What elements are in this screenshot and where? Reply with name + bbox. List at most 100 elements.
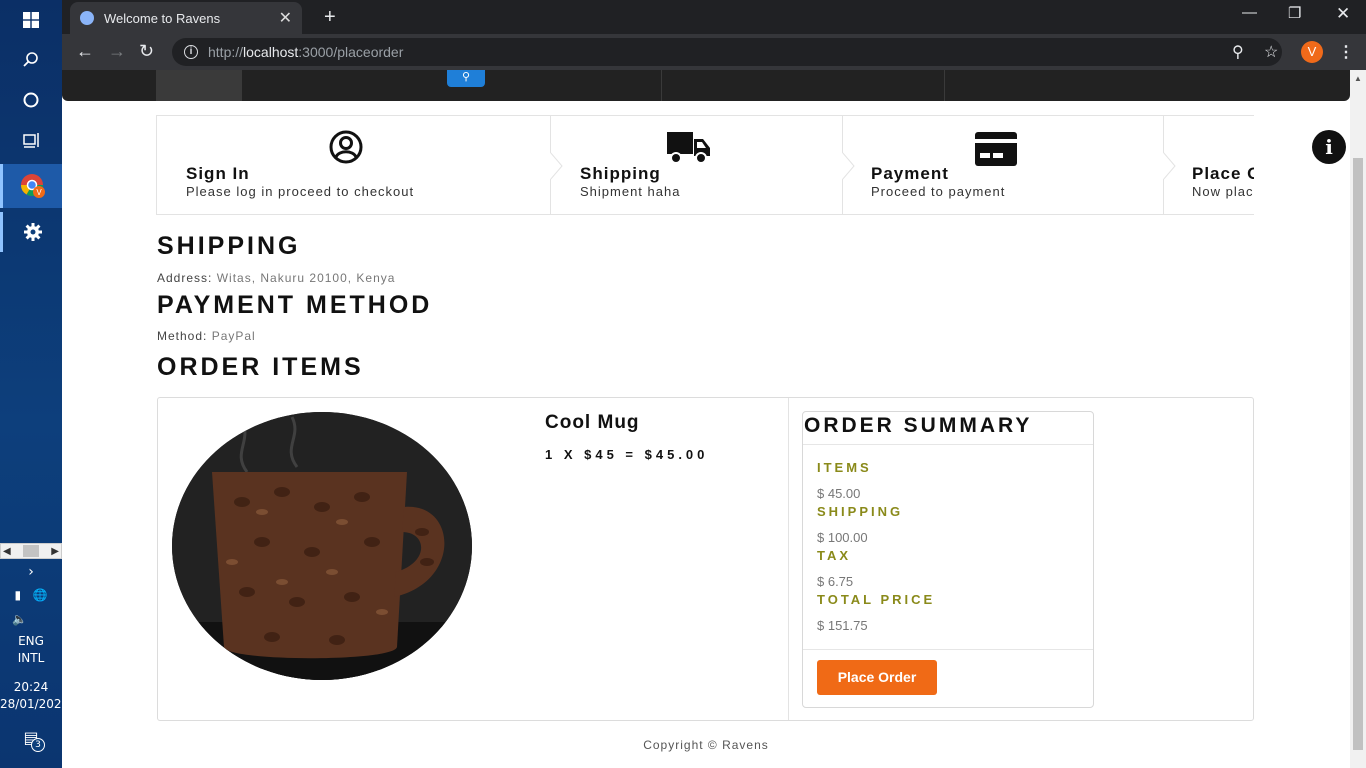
summary-separator <box>803 649 1093 650</box>
tab-close-icon[interactable]: ✕ <box>279 8 292 28</box>
site-info-icon[interactable]: i <box>184 45 198 59</box>
shipping-address-label: Address: <box>157 271 213 285</box>
payment-heading: PAYMENT METHOD <box>157 291 433 319</box>
language-indicator[interactable]: ENG INTL <box>0 634 62 665</box>
credit-card-icon <box>975 132 1017 166</box>
summary-items-label: ITEMS <box>817 460 872 475</box>
truck-icon <box>667 132 710 164</box>
reload-icon[interactable]: ↻ <box>139 41 154 62</box>
taskbar-scroller[interactable]: ◀ ▶ <box>0 543 62 559</box>
product-qty-price: 1 X $45 = $45.00 <box>545 447 709 462</box>
payment-method-value: PayPal <box>211 329 256 343</box>
network-globe-icon[interactable]: 🌐 <box>33 588 48 602</box>
shipping-address-value: Witas, Nakuru 20100, Kenya <box>216 271 396 285</box>
step-title: Sign In <box>186 164 250 183</box>
navbar-segment <box>662 70 945 101</box>
scroll-left-icon[interactable]: ◀ <box>3 546 11 557</box>
clock-time: 20:24 <box>13 680 49 694</box>
checkout-steps: Sign In Please log in proceed to checkou… <box>156 115 1254 215</box>
search-button[interactable] <box>0 40 62 80</box>
windows-logo-icon <box>23 12 39 28</box>
scroll-thumb[interactable] <box>23 545 39 557</box>
restore-icon[interactable]: ❐ <box>1288 4 1301 22</box>
step-title: Payment <box>871 164 949 183</box>
page-scrollbar[interactable]: ▲ <box>1350 70 1366 768</box>
volume-icon[interactable]: 🔈 <box>0 612 62 626</box>
new-tab-plus-icon[interactable]: + <box>324 6 336 29</box>
shipping-heading: SHIPPING <box>157 232 301 260</box>
info-icon[interactable]: i <box>1312 130 1346 164</box>
key-icon[interactable]: ⚲ <box>1232 42 1244 62</box>
task-view-button[interactable] <box>0 120 62 160</box>
show-hidden-icons-chevron-icon[interactable]: › <box>0 564 62 580</box>
keyboard-layout: INTL <box>17 651 45 665</box>
bookmark-star-icon[interactable]: ☆ <box>1264 42 1278 62</box>
action-center-button[interactable]: ▤ 3 <box>0 728 62 752</box>
url-host: localhost <box>243 44 299 60</box>
product-name[interactable]: Cool Mug <box>545 412 640 434</box>
summary-shipping-value: $ 100.00 <box>817 530 868 545</box>
minimize-icon[interactable]: — <box>1242 4 1257 21</box>
summary-total-value: $ 151.75 <box>817 618 868 633</box>
tray-icons: ▮ 🌐 <box>0 588 62 602</box>
page-scrollbar-thumb[interactable] <box>1353 158 1363 750</box>
site-favicon-icon <box>80 11 94 25</box>
step-desc: Now place the order <box>1192 184 1254 199</box>
browser-toolbar: ← → ↻ i http://localhost:3000/placeorder… <box>62 34 1366 70</box>
svg-text:V: V <box>36 188 42 197</box>
profile-avatar[interactable]: V <box>1301 41 1323 63</box>
summary-tax-value: $ 6.75 <box>817 574 854 589</box>
chrome-icon: V <box>20 174 45 198</box>
start-button[interactable] <box>0 0 62 40</box>
order-summary-title: ORDER SUMMARY <box>803 412 1093 445</box>
summary-shipping-label: SHIPPING <box>817 504 904 519</box>
address-bar[interactable]: i http://localhost:3000/placeorder <box>172 38 1282 66</box>
footer-copyright: Copyright © Ravens <box>643 738 769 752</box>
url-path: :3000/placeorder <box>298 44 404 60</box>
navbar-active-item[interactable] <box>156 70 242 101</box>
order-items-card: Cool Mug 1 X $45 = $45.00 ORDER SUMMARY … <box>157 397 1254 721</box>
step-shipping[interactable]: Shipping Shipment haha <box>551 116 843 214</box>
step-desc: Proceed to payment <box>871 184 1006 199</box>
step-sign-in[interactable]: Sign In Please log in proceed to checkou… <box>157 116 551 214</box>
cortana-circle-icon <box>23 92 39 108</box>
summary-tax-label: TAX <box>817 548 852 563</box>
clock[interactable]: 20:24 28/01/2021 <box>0 680 70 711</box>
notification-count: 3 <box>31 738 45 752</box>
kebab-menu-icon[interactable]: ⋮ <box>1338 42 1354 62</box>
taskbar-settings-app[interactable] <box>0 212 62 252</box>
task-view-icon <box>23 133 39 148</box>
url-scheme: http:// <box>208 44 244 60</box>
scroll-up-arrow-icon[interactable]: ▲ <box>1354 74 1362 83</box>
page-viewport: ⚲ Sign In Please log in proceed to check… <box>62 70 1350 768</box>
product-image[interactable] <box>172 412 472 680</box>
step-desc: Shipment haha <box>580 184 681 199</box>
window-close-icon[interactable]: ✕ <box>1336 4 1350 24</box>
step-payment[interactable]: Payment Proceed to payment <box>843 116 1164 214</box>
windows-taskbar: V ◀ ▶ › ▮ 🌐 🔈 ENG INTL 20:24 28/01/2021 … <box>0 0 70 768</box>
forward-arrow-icon[interactable]: → <box>108 41 126 62</box>
taskbar-chrome-app[interactable]: V <box>0 164 62 208</box>
step-title: Place Order <box>1192 164 1254 183</box>
step-place-order[interactable]: Place Order Now place the order <box>1164 116 1254 214</box>
browser-tab-bar: Welcome to Ravens ✕ + — ❐ ✕ <box>62 0 1366 34</box>
step-title: Shipping <box>580 164 661 183</box>
card-divider <box>788 398 789 720</box>
place-order-button[interactable]: Place Order <box>817 660 937 695</box>
summary-items-value: $ 45.00 <box>817 486 861 501</box>
user-circle-icon <box>329 130 363 164</box>
order-items-heading: ORDER ITEMS <box>157 353 364 381</box>
language-code: ENG <box>18 634 44 648</box>
clock-date: 28/01/2021 <box>0 697 70 711</box>
payment-method: Method: PayPal <box>157 329 256 343</box>
browser-tab[interactable]: Welcome to Ravens ✕ <box>70 2 302 34</box>
payment-method-label: Method: <box>157 329 208 343</box>
order-summary: ORDER SUMMARY ITEMS $ 45.00 SHIPPING $ 1… <box>802 411 1094 708</box>
cortana-button[interactable] <box>0 80 62 120</box>
back-arrow-icon[interactable]: ← <box>76 41 94 62</box>
site-navbar: ⚲ <box>62 70 1350 101</box>
coffee-bean-mug-image <box>172 412 472 680</box>
gear-icon <box>23 223 42 241</box>
scroll-right-icon[interactable]: ▶ <box>51 546 59 557</box>
battery-icon[interactable]: ▮ <box>14 588 21 602</box>
